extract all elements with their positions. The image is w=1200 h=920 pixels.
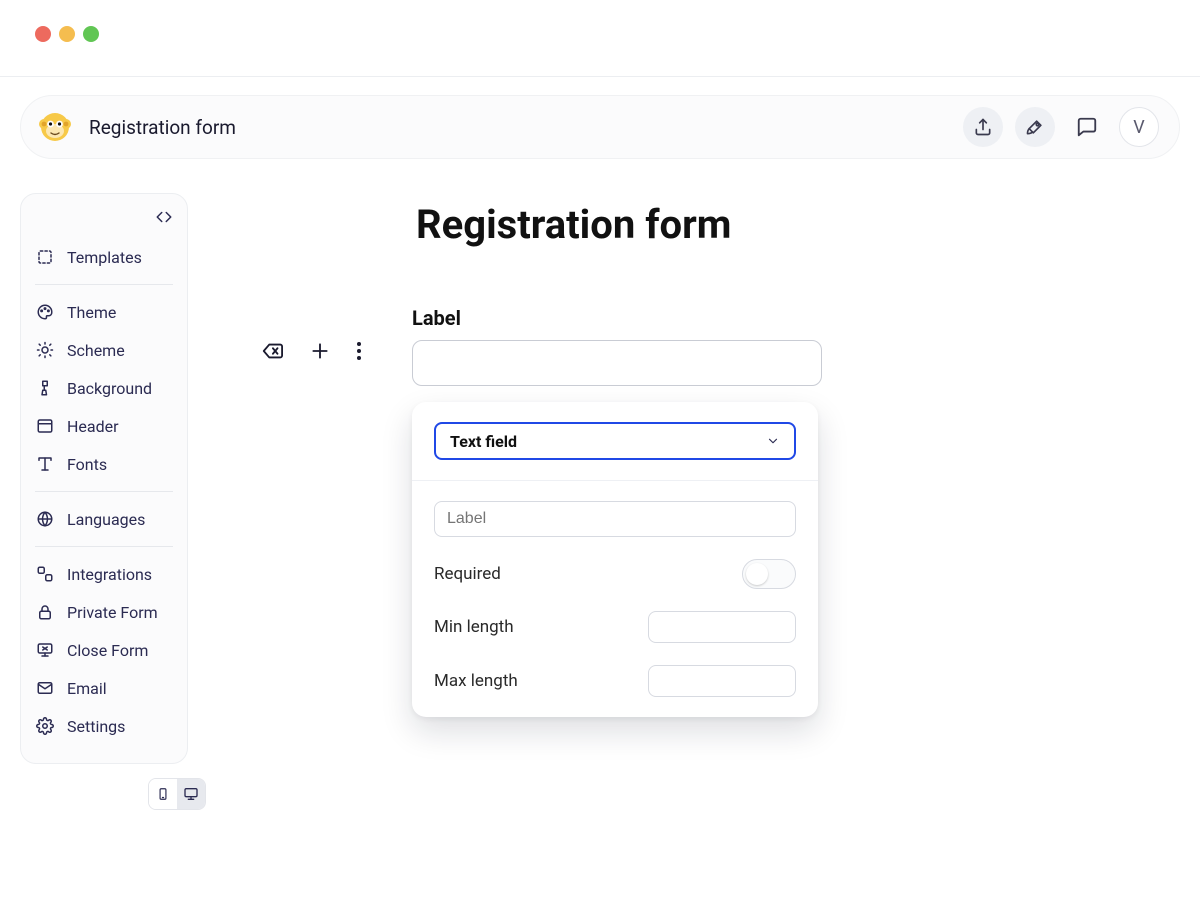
sidebar-item-label: Background <box>67 379 152 398</box>
share-icon <box>973 117 993 137</box>
mail-icon <box>35 678 55 698</box>
sidebar: Templates Theme Scheme Background <box>20 193 188 764</box>
sidebar-divider <box>35 491 173 492</box>
brush-icon <box>35 378 55 398</box>
palette-icon <box>35 302 55 322</box>
required-label: Required <box>434 564 501 584</box>
lock-icon <box>35 602 55 622</box>
code-toggle[interactable] <box>155 208 173 230</box>
monitor-x-icon <box>35 640 55 660</box>
chevron-down-icon <box>766 434 780 448</box>
sidebar-item-background[interactable]: Background <box>35 369 173 407</box>
sidebar-item-label: Scheme <box>67 341 125 360</box>
field-input[interactable] <box>412 340 822 386</box>
code-icon <box>155 208 173 226</box>
comments-button[interactable] <box>1067 107 1107 147</box>
sidebar-item-close-form[interactable]: Close Form <box>35 631 173 669</box>
topbar-actions: V <box>963 107 1159 147</box>
plus-icon <box>310 341 330 361</box>
window-controls <box>0 0 1200 42</box>
templates-icon <box>35 247 55 267</box>
max-length-input[interactable] <box>648 665 796 697</box>
close-window-icon[interactable] <box>35 26 51 42</box>
min-length-label: Min length <box>434 617 514 637</box>
sidebar-item-label: Templates <box>67 248 142 267</box>
share-button[interactable] <box>963 107 1003 147</box>
field-more-button[interactable] <box>356 341 362 365</box>
field-label-input[interactable] <box>434 501 796 537</box>
more-vertical-icon <box>356 341 362 361</box>
topbar: Registration form V <box>20 95 1180 159</box>
backspace-icon <box>260 340 284 362</box>
sidebar-item-templates[interactable]: Templates <box>35 238 173 276</box>
sidebar-divider <box>35 284 173 285</box>
sidebar-item-label: Email <box>67 679 107 698</box>
device-desktop-button[interactable] <box>177 779 205 809</box>
rocket-icon <box>1025 117 1045 137</box>
maximize-window-icon[interactable] <box>83 26 99 42</box>
field-type-select[interactable]: Text field <box>434 422 796 460</box>
minimize-window-icon[interactable] <box>59 26 75 42</box>
sidebar-item-label: Settings <box>67 717 125 736</box>
sidebar-item-private-form[interactable]: Private Form <box>35 593 173 631</box>
max-length-label: Max length <box>434 671 518 691</box>
min-length-input[interactable] <box>648 611 796 643</box>
sidebar-item-header[interactable]: Header <box>35 407 173 445</box>
sidebar-item-label: Theme <box>67 303 116 322</box>
row-actions <box>260 306 362 366</box>
sidebar-item-label: Fonts <box>67 455 107 474</box>
integrations-icon <box>35 564 55 584</box>
sidebar-item-label: Integrations <box>67 565 152 584</box>
avatar[interactable]: V <box>1119 107 1159 147</box>
gear-icon <box>35 716 55 736</box>
sun-icon <box>35 340 55 360</box>
sidebar-item-fonts[interactable]: Fonts <box>35 445 173 483</box>
sidebar-item-theme[interactable]: Theme <box>35 293 173 331</box>
device-switch <box>148 778 206 810</box>
app-title: Registration form <box>89 116 236 139</box>
required-toggle[interactable] <box>742 559 796 589</box>
form-title: Registration form <box>416 201 1180 248</box>
chat-icon <box>1076 116 1098 138</box>
sidebar-divider <box>35 546 173 547</box>
sidebar-item-label: Private Form <box>67 603 158 622</box>
sidebar-item-languages[interactable]: Languages <box>35 500 173 538</box>
field-settings-popover: Text field Required Min length <box>412 402 818 717</box>
sidebar-item-settings[interactable]: Settings <box>35 707 173 745</box>
phone-icon <box>156 785 170 803</box>
app-logo <box>37 109 73 145</box>
canvas: Registration form Label <box>206 193 1180 717</box>
delete-field-button[interactable] <box>260 340 284 366</box>
sidebar-item-email[interactable]: Email <box>35 669 173 707</box>
type-icon <box>35 454 55 474</box>
field-row: Label Text field Required <box>246 306 1180 717</box>
sidebar-item-label: Close Form <box>67 641 148 660</box>
monkey-icon <box>38 110 72 144</box>
field-type-value: Text field <box>450 432 517 451</box>
sidebar-item-label: Header <box>67 417 119 436</box>
device-mobile-button[interactable] <box>149 779 177 809</box>
header-icon <box>35 416 55 436</box>
sidebar-item-scheme[interactable]: Scheme <box>35 331 173 369</box>
add-field-button[interactable] <box>310 341 330 365</box>
field-label: Label <box>412 306 822 330</box>
globe-icon <box>35 509 55 529</box>
monitor-icon <box>182 786 200 802</box>
titlebar-divider <box>0 76 1200 77</box>
publish-button[interactable] <box>1015 107 1055 147</box>
sidebar-item-integrations[interactable]: Integrations <box>35 555 173 593</box>
sidebar-item-label: Languages <box>67 510 145 529</box>
